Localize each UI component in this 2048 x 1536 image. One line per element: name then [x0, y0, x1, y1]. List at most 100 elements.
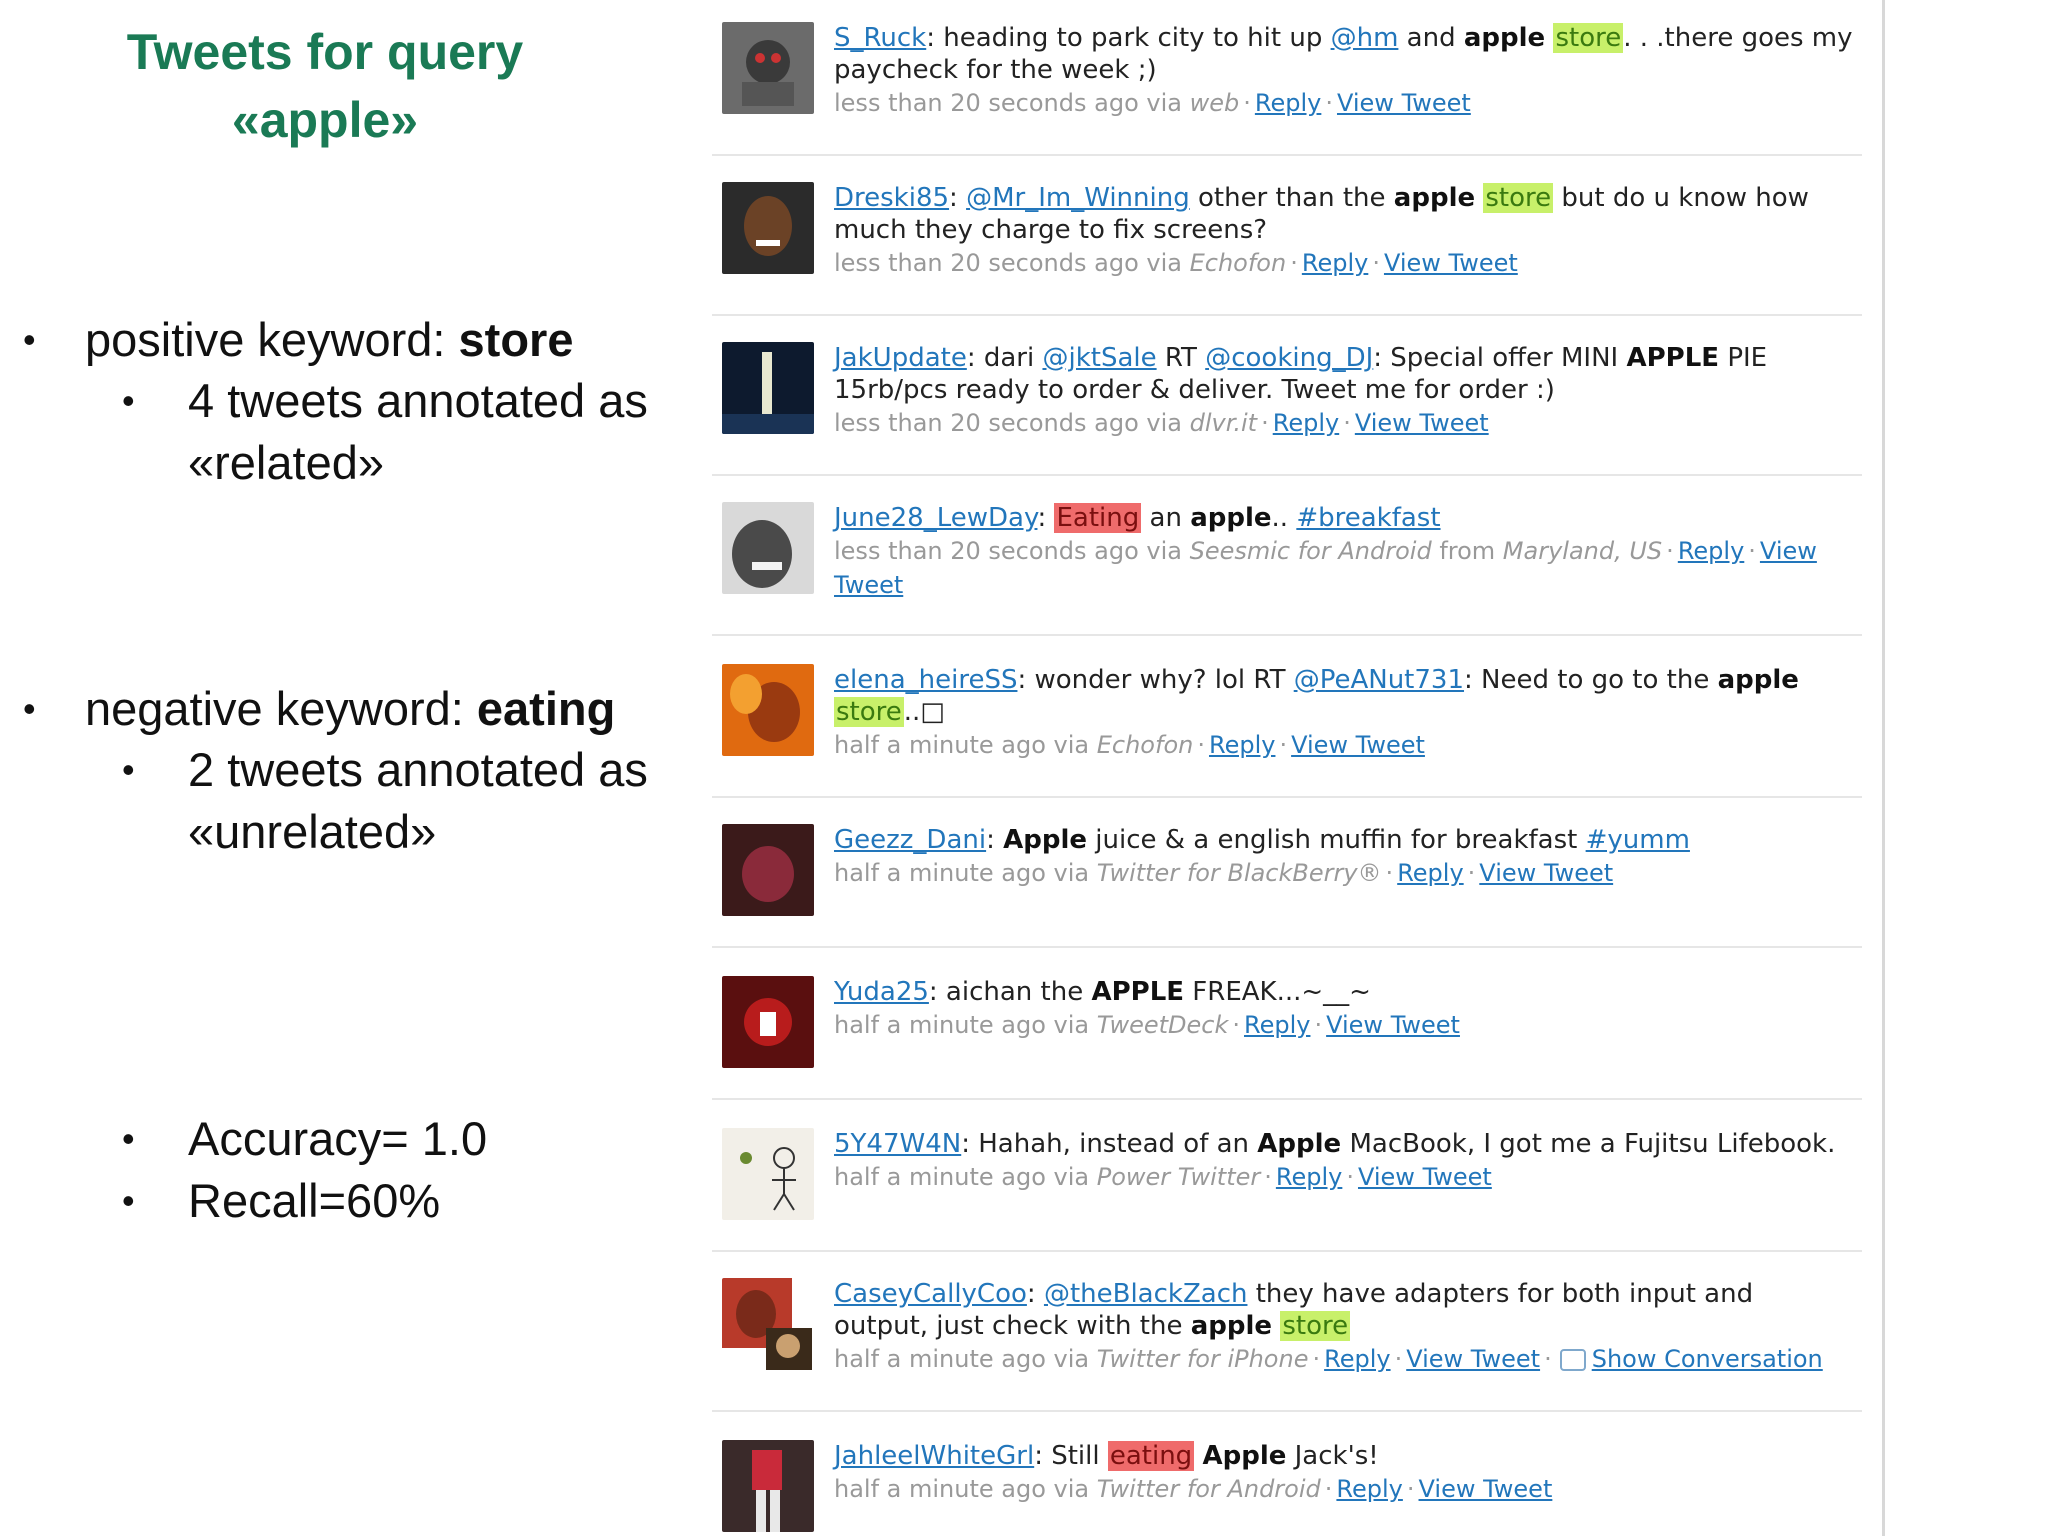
- reply-link[interactable]: Reply: [1397, 859, 1463, 887]
- tweet-time: half a minute ago via: [834, 1011, 1097, 1039]
- tweet-source: Seesmic for Android: [1189, 537, 1432, 565]
- slide-panel: Tweets for query «apple» • positive keyw…: [0, 0, 700, 1536]
- tweet-text: JakUpdate: dari @jktSale RT @cooking_DJ:…: [834, 342, 1854, 406]
- mention-link[interactable]: @cooking_DJ: [1205, 343, 1373, 373]
- view-tweet-link[interactable]: View Tweet: [1337, 89, 1471, 117]
- tweet-text-part: : Special offer MINI: [1373, 343, 1627, 373]
- tweet-text: June28_LewDay: Eating an apple.. #breakf…: [834, 503, 1441, 533]
- query-term: Apple: [1003, 825, 1088, 855]
- tweet-text-part: : Need to go to the: [1464, 665, 1718, 695]
- username-link[interactable]: JahleelWhiteGrl: [834, 1441, 1034, 1471]
- show-conversation-link[interactable]: Show Conversation: [1592, 1345, 1823, 1373]
- reply-link[interactable]: Reply: [1273, 409, 1339, 437]
- tweet-time: less than 20 seconds ago via: [834, 89, 1190, 117]
- username-link[interactable]: 5Y47W4N: [834, 1129, 961, 1159]
- tweet-item: Dreski85: @Mr_Im_Winning other than the …: [712, 182, 1862, 316]
- reply-link[interactable]: Reply: [1336, 1475, 1402, 1503]
- tweet-item: JahleelWhiteGrl: Still eating Apple Jack…: [712, 1440, 1862, 1536]
- username-link[interactable]: CaseyCallyCoo: [834, 1279, 1027, 1309]
- mention-link[interactable]: @theBlackZach: [1044, 1279, 1248, 1309]
- view-tweet-link[interactable]: View Tweet: [1326, 1011, 1460, 1039]
- reply-link[interactable]: Reply: [1209, 731, 1275, 759]
- username-link[interactable]: Dreski85: [834, 183, 949, 213]
- mention-link[interactable]: @hm: [1331, 23, 1399, 53]
- tweet-source: TweetDeck: [1096, 1011, 1229, 1039]
- tweet-meta: half a minute ago via Twitter for Androi…: [834, 1475, 1553, 1503]
- reply-link[interactable]: Reply: [1255, 89, 1321, 117]
- reply-link[interactable]: Reply: [1678, 537, 1744, 565]
- bullet-dot: •: [122, 749, 135, 790]
- negative-keyword-bullet: • negative keyword: eating: [23, 678, 615, 740]
- tweet-meta: half a minute ago via Echofon · Reply · View…: [834, 731, 1425, 759]
- positive-keyword-highlight: store: [1280, 1311, 1351, 1341]
- slide-title: Tweets for query «apple»: [40, 18, 610, 154]
- tweet-text-part: : Still: [1034, 1441, 1108, 1471]
- view-tweet-link[interactable]: View Tweet: [1419, 1475, 1553, 1503]
- tweet-meta: less than 20 seconds ago via Seesmic for…: [834, 537, 1817, 599]
- tweet-item: JakUpdate: dari @jktSale RT @cooking_DJ:…: [712, 342, 1862, 476]
- view-tweet-link[interactable]: View Tweet: [1291, 731, 1425, 759]
- tweet-text-part: MacBook, I got me a Fujitsu Lifebook.: [1341, 1129, 1836, 1159]
- mention-link[interactable]: @jktSale: [1042, 343, 1156, 373]
- tweet-source: Twitter for Android: [1096, 1475, 1321, 1503]
- query-term: APPLE: [1091, 977, 1185, 1007]
- tweet-content: S_Ruck: heading to park city to hit up @…: [834, 22, 1854, 120]
- conversation-icon: [1559, 1349, 1586, 1371]
- bullet-dot: •: [23, 688, 36, 729]
- tweet-item: Geezz_Dani: Apple juice & a english muff…: [712, 824, 1862, 948]
- username-link[interactable]: elena_heireSS: [834, 665, 1017, 695]
- divider: [712, 796, 1862, 798]
- user-avatar: [722, 502, 814, 594]
- tweet-meta: half a minute ago via Twitter for iPhone…: [834, 1345, 1823, 1373]
- mention-link[interactable]: @Mr_Im_Winning: [966, 183, 1190, 213]
- view-tweet-link[interactable]: View Tweet: [1406, 1345, 1540, 1373]
- mention-link[interactable]: @PeANut731: [1294, 665, 1464, 695]
- tweet-content: 5Y47W4N: Hahah, instead of an Apple MacB…: [834, 1128, 1854, 1194]
- tweet-text-part: an: [1141, 503, 1191, 533]
- positive-label: positive keyword:: [85, 313, 459, 366]
- tweet-meta: half a minute ago via TweetDeck · Reply · Vi…: [834, 1011, 1460, 1039]
- tweet-item: 5Y47W4N: Hahah, instead of an Apple MacB…: [712, 1128, 1862, 1252]
- user-avatar: [722, 182, 814, 274]
- tweet-text-part: juice & a english muffin for breakfast: [1087, 825, 1586, 855]
- view-tweet-link[interactable]: View Tweet: [1479, 859, 1613, 887]
- tweet-text-part: : dari: [966, 343, 1043, 373]
- tweet-source: dlvr.it: [1189, 409, 1258, 437]
- tweet-text-part: :: [1026, 1279, 1044, 1309]
- bullet-dot: •: [23, 319, 36, 360]
- tweet-text-part: FREAK...~__~: [1184, 977, 1371, 1007]
- tweet-content: June28_LewDay: Eating an apple.. #breakf…: [834, 502, 1854, 602]
- reply-link[interactable]: Reply: [1276, 1163, 1342, 1191]
- user-avatar: [722, 1440, 814, 1532]
- tweet-content: elena_heireSS: wonder why? lol RT @PeANu…: [834, 664, 1854, 762]
- hashtag-link[interactable]: #breakfast: [1296, 503, 1440, 533]
- tweet-text-part: RT: [1156, 343, 1206, 373]
- username-link[interactable]: Geezz_Dani: [834, 825, 986, 855]
- divider: [712, 1250, 1862, 1252]
- reply-link[interactable]: Reply: [1324, 1345, 1390, 1373]
- username-link[interactable]: JakUpdate: [834, 343, 967, 373]
- username-link[interactable]: June28_LewDay: [834, 503, 1037, 533]
- tweet-item: elena_heireSS: wonder why? lol RT @PeANu…: [712, 664, 1862, 798]
- view-tweet-link[interactable]: View Tweet: [1358, 1163, 1492, 1191]
- view-tweet-link[interactable]: View Tweet: [1384, 249, 1518, 277]
- tweet-text-part: : heading to park city to hit up: [926, 23, 1331, 53]
- query-term: apple: [1393, 183, 1476, 213]
- tweet-text-part: :: [986, 825, 1004, 855]
- divider: [712, 1098, 1862, 1100]
- positive-keyword-bullet: • positive keyword: store: [23, 309, 573, 371]
- query-term: APPLE: [1626, 343, 1720, 373]
- user-avatar: [722, 664, 814, 756]
- username-link[interactable]: Yuda25: [834, 977, 929, 1007]
- tweet-text: Geezz_Dani: Apple juice & a english muff…: [834, 824, 1854, 856]
- title-line-2: «apple»: [231, 92, 419, 148]
- username-link[interactable]: S_Ruck: [834, 23, 926, 53]
- page-border: [1882, 0, 1885, 1536]
- tweet-text-part: and: [1398, 23, 1464, 53]
- negative-keyword-highlight: Eating: [1054, 503, 1142, 533]
- reply-link[interactable]: Reply: [1302, 249, 1368, 277]
- view-tweet-link[interactable]: View Tweet: [1355, 409, 1489, 437]
- hashtag-link[interactable]: #yumm: [1586, 825, 1690, 855]
- reply-link[interactable]: Reply: [1244, 1011, 1310, 1039]
- user-avatar: [722, 1278, 814, 1370]
